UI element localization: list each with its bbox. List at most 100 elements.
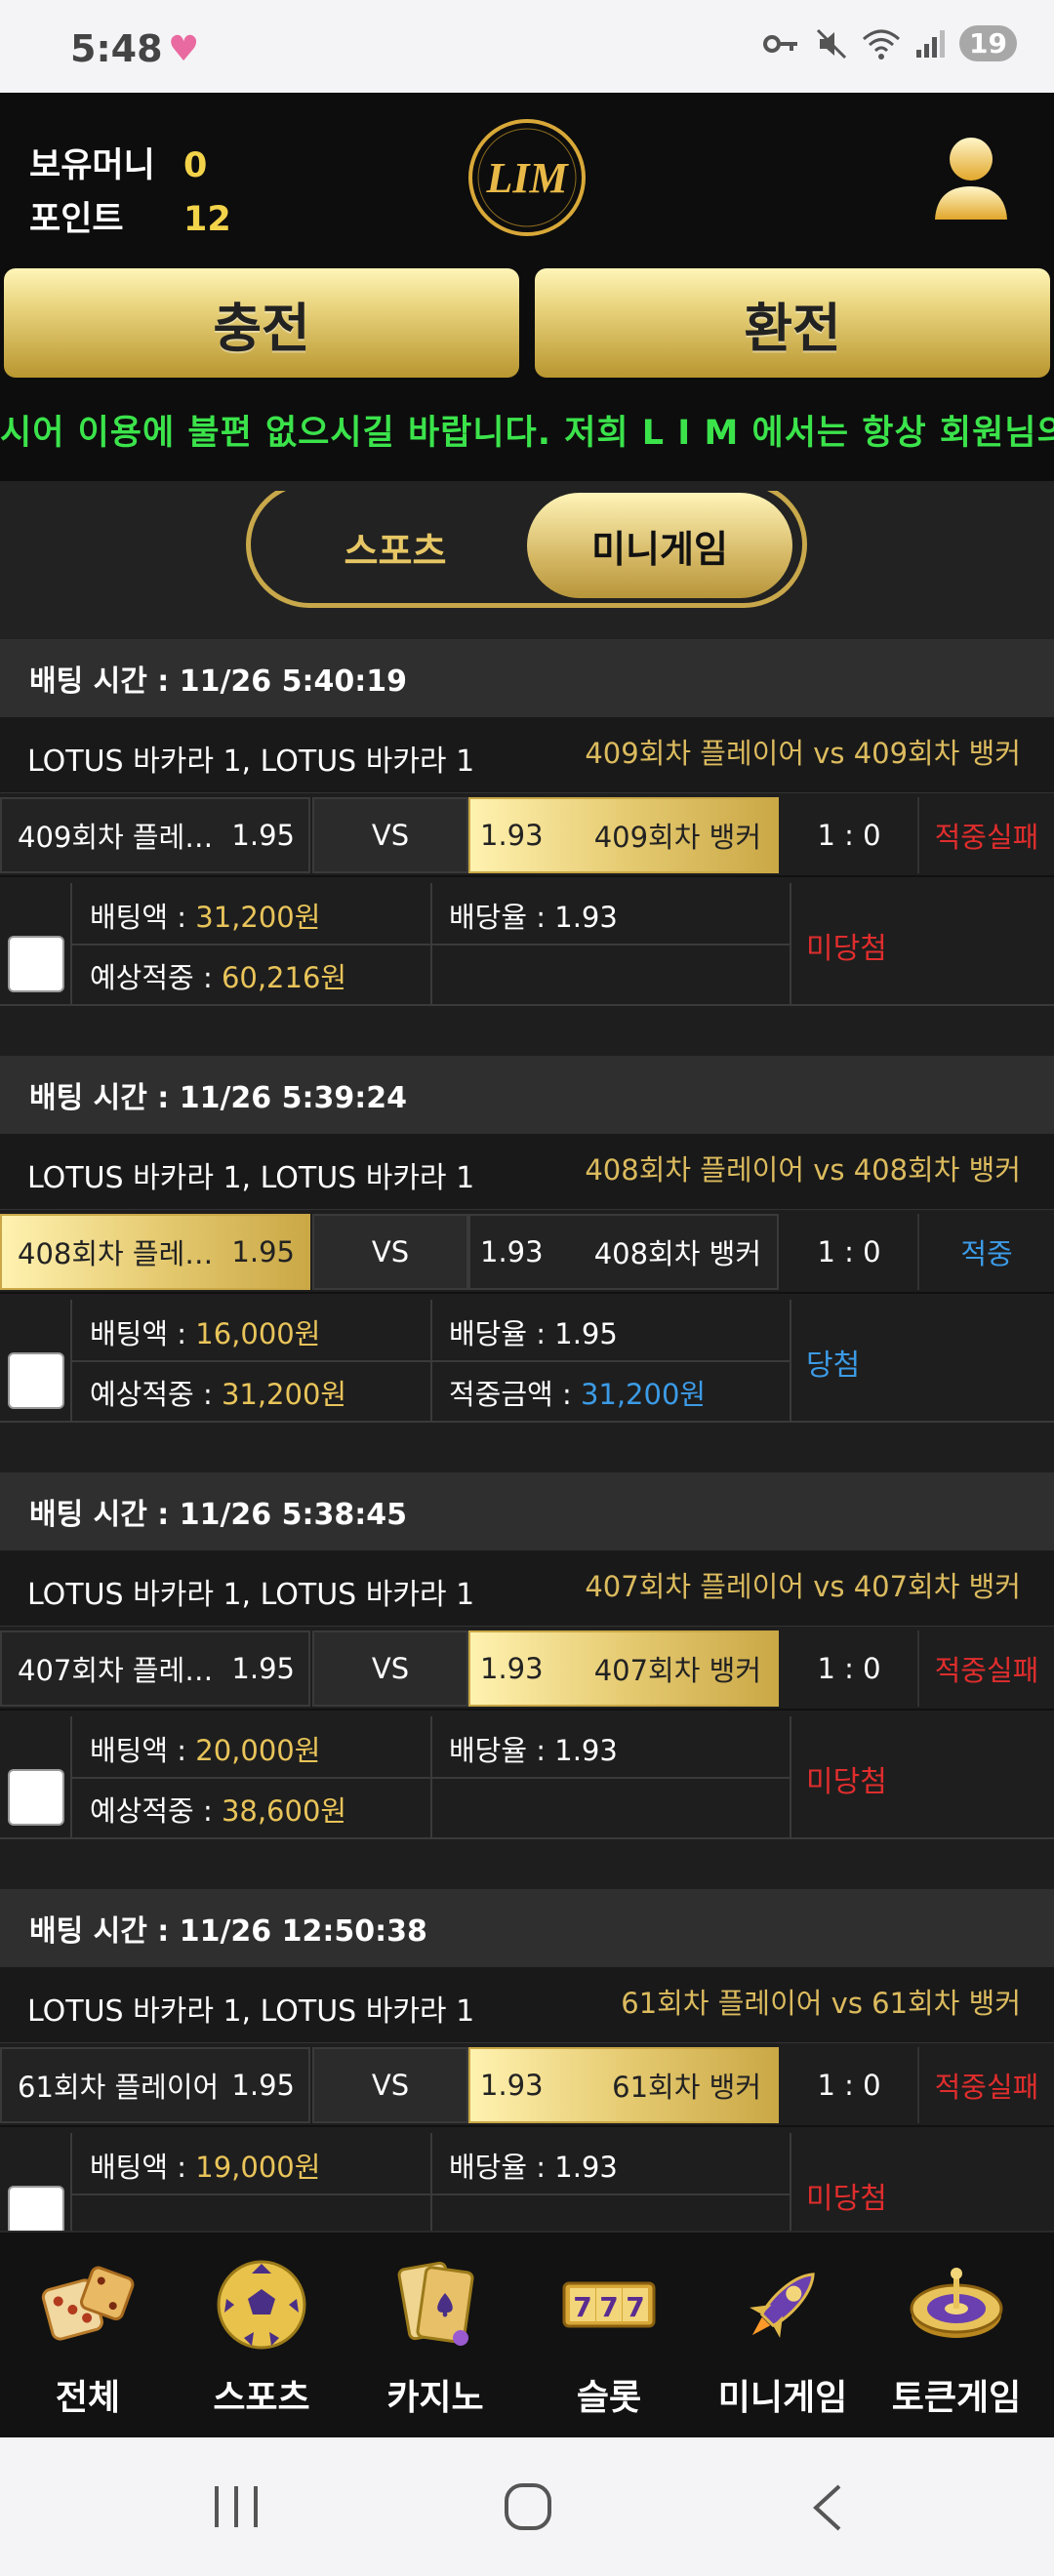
nav-casino[interactable]: 카지노	[347, 2246, 523, 2432]
notification-count-badge: 19	[959, 25, 1017, 61]
signal-icon	[916, 29, 946, 58]
bet-amount: 배팅액 : 16,000원	[90, 1317, 321, 1350]
game-row: LOTUS 바카라 1, LOTUS 바카라 1 409회차 플레이어 vs 4…	[0, 717, 1054, 793]
vs-label: VS	[312, 797, 468, 873]
pick-player[interactable]: 61회차 플레이어 1.95	[0, 2047, 310, 2123]
slot-777-icon: 7 7 7	[562, 2281, 656, 2328]
vs-label: VS	[312, 2047, 468, 2123]
game-name: LOTUS 바카라 1, LOTUS 바카라 1	[27, 745, 475, 779]
dice-icon	[41, 2266, 135, 2341]
bet-odds: 배당율 : 1.95	[449, 1317, 618, 1350]
nav-all[interactable]: 전체	[0, 2246, 176, 2432]
vs-label: VS	[312, 1630, 468, 1707]
mute-icon	[816, 28, 847, 59]
roulette-icon	[910, 2268, 1003, 2338]
payout-state: 미당첨	[806, 2182, 887, 2216]
tab-minigame[interactable]: 미니게임	[527, 493, 792, 598]
lim-logo[interactable]: LIM	[464, 114, 590, 241]
pick-player[interactable]: 408회차 플레… 1.95	[0, 1214, 310, 1290]
player-odds: 1.95	[231, 819, 295, 852]
expected-win: 예상적중 : 60,216원	[90, 961, 347, 994]
charge-button[interactable]: 충전	[4, 268, 519, 378]
payout-state: 당첨	[806, 1348, 861, 1383]
bet-odds: 배당율 : 1.93	[449, 901, 618, 934]
bet-odds: 배당율 : 1.93	[449, 2151, 618, 2184]
match-title: 408회차 플레이어 vs 408회차 뱅커	[585, 1153, 1021, 1187]
nav-slot-label: 슬롯	[576, 2378, 642, 2418]
banker-name: 409회차 뱅커	[593, 821, 761, 854]
nav-sports[interactable]: 스포츠	[174, 2246, 349, 2432]
bet-amount: 배팅액 : 20,000원	[90, 1734, 321, 1767]
payout-state: 미당첨	[806, 1765, 887, 1799]
banker-name: 408회차 뱅커	[593, 1237, 761, 1270]
pick-player[interactable]: 409회차 플레… 1.95	[0, 797, 310, 873]
bet-detail: 배팅액 : 20,000원 배당율 : 1.93 예상적중 : 38,600원 …	[0, 1711, 1054, 1889]
player-odds: 1.95	[231, 1652, 295, 1685]
tab-sports[interactable]: 스포츠	[293, 501, 498, 594]
game-name: LOTUS 바카라 1, LOTUS 바카라 1	[27, 1161, 475, 1195]
nav-slot[interactable]: 7 7 7 슬롯	[521, 2246, 697, 2432]
player-name: 408회차 플레…	[18, 1237, 214, 1270]
game-row: LOTUS 바카라 1, LOTUS 바카라 1 408회차 플레이어 vs 4…	[0, 1134, 1054, 1210]
bet-time: 배팅 시간 : 11/26 5:38:45	[0, 1472, 1054, 1550]
nav-casino-label: 카지노	[386, 2378, 484, 2418]
player-odds: 1.95	[231, 1235, 295, 1268]
banker-name: 407회차 뱅커	[593, 1654, 761, 1687]
ticker-text: 시어 이용에 불편 없으시길 바랍니다. 저희 L I M 에서는 항상 회원님…	[0, 414, 1054, 453]
nav-token-game[interactable]: 토큰게임	[869, 2246, 1044, 2432]
bet-result: 적중실패	[917, 2047, 1054, 2123]
home-icon[interactable]	[502, 2480, 554, 2533]
banker-odds: 1.93	[480, 819, 544, 852]
match-title: 61회차 플레이어 vs 61회차 뱅커	[621, 1987, 1021, 2020]
bet-detail: 배팅액 : 16,000원 배당율 : 1.95 예상적중 : 31,200원 …	[0, 1294, 1054, 1472]
bet-result: 적중실패	[917, 797, 1054, 873]
bottom-navigation: 전체 스포츠 카지노 7 7 7 슬롯 미니게임 토큰게임	[0, 2231, 1054, 2437]
system-navigation-bar	[0, 2437, 1054, 2576]
app-header: 보유머니 0 포인트 12 LIM	[0, 93, 1054, 261]
back-icon[interactable]	[806, 2480, 849, 2535]
bet-time: 배팅 시간 : 11/26 5:40:19	[0, 639, 1054, 717]
exchange-button[interactable]: 환전	[535, 268, 1050, 378]
pick-banker[interactable]: 1.93 408회차 뱅커	[468, 1214, 779, 1290]
bet-result: 적중	[917, 1214, 1054, 1290]
match-title: 407회차 플레이어 vs 407회차 뱅커	[585, 1570, 1021, 1603]
soccer-ball-icon	[217, 2260, 306, 2350]
detail-grid: 배팅액 : 31,200원 배당율 : 1.93 예상적중 : 60,216원	[70, 883, 791, 1004]
recent-apps-icon[interactable]	[207, 2482, 265, 2531]
cards-icon	[397, 2261, 474, 2346]
match-score: 1 : 0	[781, 2047, 917, 2123]
user-profile-icon[interactable]	[927, 132, 1015, 229]
pick-banker[interactable]: 1.93 407회차 뱅커	[468, 1630, 779, 1707]
player-name: 61회차 플레이어	[18, 2071, 220, 2104]
player-name: 409회차 플레…	[18, 821, 214, 854]
wallet-value: 0	[183, 146, 208, 185]
bet-detail: 배팅액 : 31,200원 배당율 : 1.93 예상적중 : 60,216원 …	[0, 877, 1054, 1056]
nav-minigame[interactable]: 미니게임	[695, 2246, 871, 2432]
match-title: 409회차 플레이어 vs 409회차 뱅커	[585, 737, 1021, 770]
bet-amount: 배팅액 : 19,000원	[90, 2151, 321, 2184]
bet-amount: 배팅액 : 31,200원	[90, 901, 321, 934]
match-score: 1 : 0	[781, 1214, 917, 1290]
action-buttons: 충전 환전	[0, 261, 1054, 383]
logo-text: LIM	[485, 154, 569, 202]
banker-odds: 1.93	[480, 2069, 544, 2102]
banker-odds: 1.93	[480, 1235, 544, 1268]
match-score: 1 : 0	[781, 797, 917, 873]
nav-sports-label: 스포츠	[213, 2378, 310, 2418]
select-checkbox[interactable]	[8, 1769, 64, 1826]
pick-player[interactable]: 407회차 플레… 1.95	[0, 1630, 310, 1707]
key-icon	[763, 34, 798, 53]
win-amount: 적중금액 : 31,200원	[449, 1378, 707, 1411]
pick-banker[interactable]: 1.93 61회차 뱅커	[468, 2047, 779, 2123]
player-odds: 1.95	[231, 2069, 295, 2102]
bet-card: 배팅 시간 : 11/26 5:38:45 LOTUS 바카라 1, LOTUS…	[0, 1472, 1054, 1889]
banker-name: 61회차 뱅커	[612, 2071, 761, 2104]
select-checkbox[interactable]	[8, 1352, 64, 1409]
pick-banker[interactable]: 1.93 409회차 뱅커	[468, 797, 779, 873]
nav-token-game-label: 토큰게임	[891, 2378, 1022, 2418]
select-checkbox[interactable]	[8, 936, 64, 992]
wifi-icon	[863, 29, 901, 60]
bet-time: 배팅 시간 : 11/26 5:39:24	[0, 1056, 1054, 1134]
bet-time: 배팅 시간 : 11/26 12:50:38	[0, 1889, 1054, 1967]
game-row: LOTUS 바카라 1, LOTUS 바카라 1 61회차 플레이어 vs 61…	[0, 1967, 1054, 2043]
